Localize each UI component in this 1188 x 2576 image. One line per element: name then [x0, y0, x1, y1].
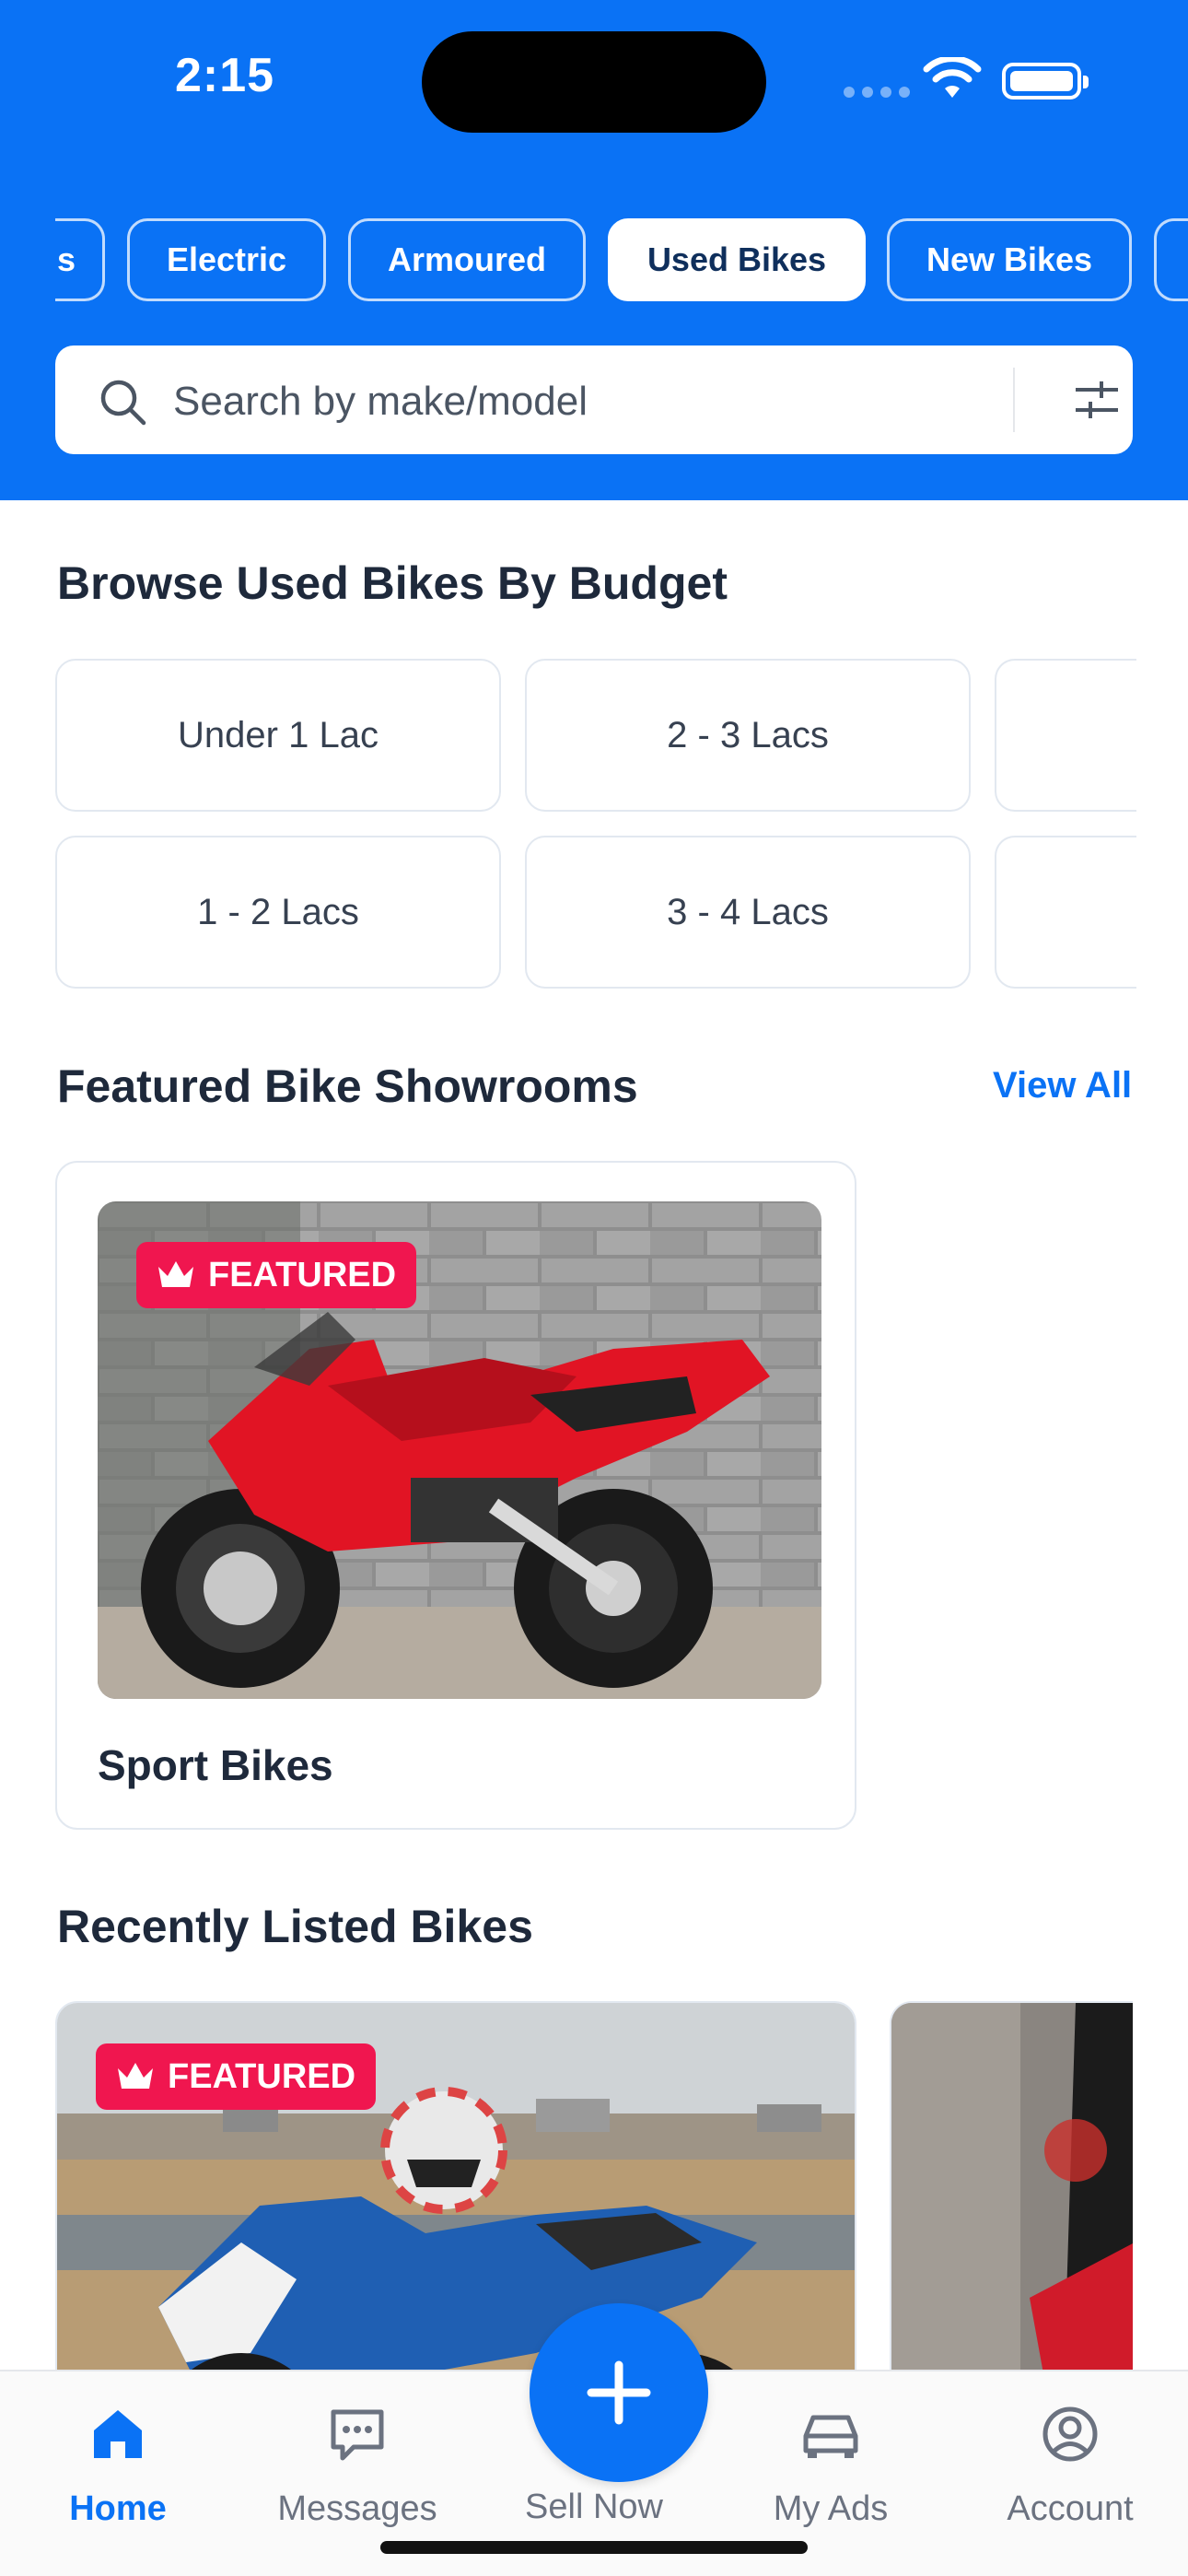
car-icon [803, 2415, 858, 2458]
budget-section-title: Browse Used Bikes By Budget [57, 557, 728, 609]
message-icon [331, 2409, 384, 2461]
battery-icon [1002, 63, 1089, 100]
header: 2:15 s Electric Armoured Used Bikes New … [0, 0, 1188, 500]
chip-new-bikes[interactable]: New Bikes [887, 218, 1132, 301]
crown-icon [118, 2063, 153, 2089]
budget-card-partial[interactable] [995, 659, 1136, 812]
featured-badge-label: FEATURED [168, 2056, 356, 2096]
screen: 2:15 s Electric Armoured Used Bikes New … [0, 0, 1188, 2576]
budget-1-2-lacs[interactable]: 1 - 2 Lacs [55, 836, 501, 989]
dynamic-island [422, 31, 766, 133]
home-icon [94, 2410, 142, 2458]
status-time: 2:15 [175, 49, 275, 102]
sell-now-label: Sell Now [525, 2488, 663, 2526]
chip-used-bikes[interactable]: Used Bikes [608, 218, 866, 301]
search-icon [100, 380, 146, 426]
nav-messages-label: Messages [277, 2489, 437, 2528]
wifi-icon [923, 57, 982, 98]
plus-icon [587, 2360, 651, 2425]
budget-card-partial-2[interactable] [995, 836, 1136, 989]
status-bar: 2:15 [0, 0, 1188, 157]
filter-icon[interactable] [1074, 379, 1120, 421]
crown-icon [158, 1261, 193, 1287]
chip-electric[interactable]: Electric [127, 218, 326, 301]
budget-2-3-lacs[interactable]: 2 - 3 Lacs [525, 659, 971, 812]
chip-armoured[interactable]: Armoured [348, 218, 586, 301]
search-bar[interactable]: Search by make/model [55, 345, 1133, 454]
budget-under-1-lac[interactable]: Under 1 Lac [55, 659, 501, 812]
search-divider [1013, 368, 1015, 432]
nav-home-label: Home [69, 2489, 167, 2528]
featured-badge: FEATURED [96, 2043, 377, 2110]
featured-badge: FEATURED [136, 1242, 417, 1308]
home-indicator [380, 2541, 808, 2554]
showrooms-section-title: Featured Bike Showrooms [57, 1060, 638, 1112]
category-chips[interactable]: s Electric Armoured Used Bikes New Bikes [0, 218, 1188, 301]
search-input[interactable]: Search by make/model [173, 379, 588, 425]
budget-3-4-lacs[interactable]: 3 - 4 Lacs [525, 836, 971, 989]
nav-my-ads-label: My Ads [773, 2489, 889, 2528]
nav-account-label: Account [1007, 2489, 1134, 2528]
view-all-link[interactable]: View All [993, 1065, 1132, 1107]
chip-next-partial[interactable] [1154, 218, 1188, 301]
showroom-card[interactable]: FEATURED Sport Bikes [55, 1161, 856, 1830]
featured-badge-label: FEATURED [208, 1255, 397, 1294]
recent-section-title: Recently Listed Bikes [57, 1901, 533, 1952]
showroom-name: Sport Bikes [98, 1741, 333, 1789]
cellular-signal-icon [844, 87, 910, 98]
account-icon [1042, 2406, 1098, 2462]
sell-now-button[interactable] [530, 2303, 708, 2482]
chip-partial[interactable]: s [55, 218, 105, 301]
